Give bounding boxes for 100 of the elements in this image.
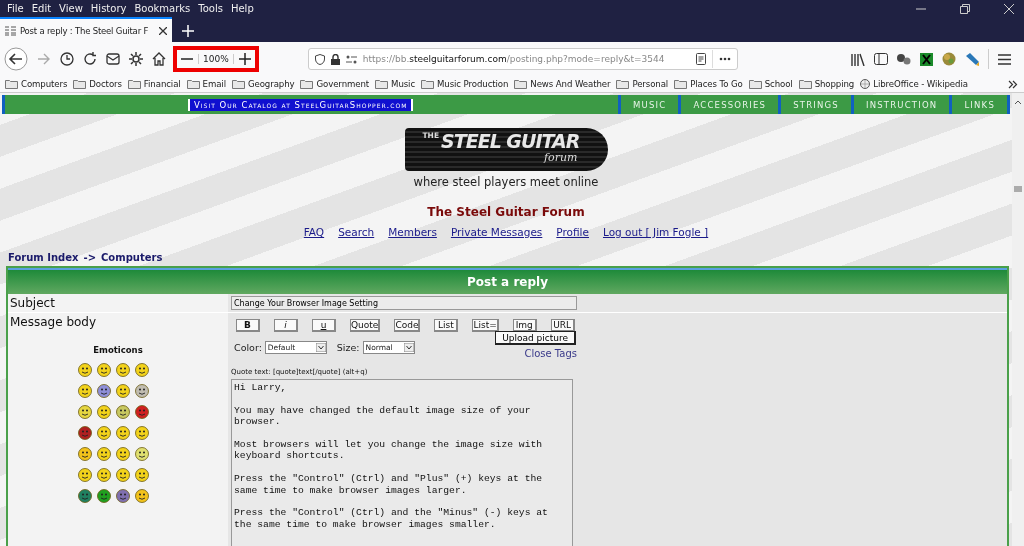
emoticon-icon[interactable] <box>96 384 111 398</box>
emoticon-icon[interactable] <box>134 468 149 482</box>
reader-view-icon[interactable] <box>695 53 706 65</box>
emoticon-icon[interactable] <box>96 468 111 482</box>
forum-link[interactable]: Members <box>388 226 437 238</box>
browser-tab[interactable]: Post a reply : The Steel Guitar F <box>0 17 172 42</box>
emoticon-icon[interactable] <box>115 405 130 419</box>
new-tab-icon[interactable] <box>182 25 194 37</box>
breadcrumb-link[interactable]: Computers <box>101 252 163 263</box>
emoticon-icon[interactable] <box>115 447 130 461</box>
menu-item[interactable]: View <box>55 3 87 14</box>
extension-icon[interactable] <box>920 52 933 66</box>
emoticon-icon[interactable] <box>115 489 130 503</box>
bookmark-link[interactable]: Email <box>202 79 226 89</box>
extension-icon[interactable] <box>897 53 911 65</box>
close-icon[interactable] <box>159 26 167 35</box>
format-button[interactable]: B <box>236 319 260 332</box>
catalog-link[interactable]: Visit Our Catalog at SteelGuitarShopper.com <box>188 98 414 111</box>
emoticon-icon[interactable] <box>115 384 130 398</box>
emoticon-icon[interactable] <box>96 489 111 503</box>
zoom-in-icon[interactable] <box>238 53 251 65</box>
format-button[interactable]: Quote <box>350 319 381 332</box>
bookmark-link[interactable]: Geography <box>247 79 295 89</box>
folder-icon <box>798 79 812 89</box>
menu-item[interactable]: Edit <box>27 3 56 14</box>
pencil-icon[interactable] <box>965 52 979 66</box>
bookmark-link[interactable]: Doctors <box>89 79 122 89</box>
home-icon[interactable] <box>152 52 166 66</box>
zoom-reset-button[interactable]: 100% <box>198 54 234 64</box>
bookmark-link[interactable]: Music Production <box>437 79 509 89</box>
bookmark-link[interactable]: LibreOffice - Wikipedia <box>873 79 968 89</box>
forum-link[interactable]: Private Messages <box>450 226 543 238</box>
bookmark-link[interactable]: School <box>764 79 793 89</box>
menu-item[interactable]: Tools <box>194 3 227 14</box>
emoticon-icon[interactable] <box>77 489 92 503</box>
subject-field[interactable]: Change Your Browser Image Setting <box>231 296 577 310</box>
back-icon[interactable] <box>4 47 28 71</box>
format-button[interactable]: List <box>434 319 459 332</box>
logo-text: STEEL GUITAR <box>441 131 580 152</box>
forum-title: The Steel Guitar Forum <box>427 205 585 219</box>
forum-link[interactable]: Search <box>338 226 375 238</box>
shield-icon <box>314 53 325 65</box>
emoticon-icon[interactable] <box>134 405 149 419</box>
restore-icon[interactable] <box>960 3 970 14</box>
bookmark-link[interactable]: Government <box>316 79 370 89</box>
caret-icon <box>403 343 414 352</box>
emoticon-icon[interactable] <box>134 426 149 440</box>
emoticon-icon[interactable] <box>134 447 149 461</box>
sidebar-icon[interactable] <box>874 53 888 65</box>
forum-link[interactable]: FAQ <box>303 226 325 238</box>
emoticon-icon[interactable] <box>96 405 111 419</box>
emoticon-icon[interactable] <box>77 447 92 461</box>
chevron-icon[interactable] <box>1008 79 1018 89</box>
emoticon-icon[interactable] <box>77 384 92 398</box>
menu-item[interactable]: Bookmarks <box>130 3 195 14</box>
emoticon-icon[interactable] <box>77 426 92 440</box>
menu-item[interactable]: File <box>3 3 28 14</box>
emoticon-icon[interactable] <box>77 468 92 482</box>
gear-icon[interactable] <box>129 52 143 66</box>
menu-item[interactable]: History <box>86 3 131 14</box>
format-button[interactable]: List= <box>472 319 499 332</box>
bookmark-link[interactable]: Shopping <box>814 79 855 89</box>
globe-icon[interactable] <box>942 52 956 66</box>
menu-icon[interactable] <box>998 53 1011 65</box>
emoticon-icon[interactable] <box>96 426 111 440</box>
emoticon-icon[interactable] <box>115 426 130 440</box>
emoticon-icon[interactable] <box>115 363 130 377</box>
forum-link[interactable]: Log out [ Jim Fogle ] <box>603 226 709 238</box>
emoticon-icon[interactable] <box>96 363 111 377</box>
library-icon[interactable] <box>851 52 865 66</box>
bookmark-link[interactable]: News And Weather <box>530 79 611 89</box>
message-field[interactable]: Hi Larry, You may have changed the default image size of your browser. Most browsers will let you change the image size with keyboard shortcuts. Press the "Control" (Ctrl) and "Plus" (+) keys at the same time to make browser images larger. Press the "Control" (Ctrl) and the "Minus" (-) keys at the same time to make browser images smaller. <box>231 379 573 546</box>
reload-icon[interactable] <box>83 52 97 66</box>
more-icon[interactable] <box>718 57 731 61</box>
format-button[interactable]: Code <box>394 319 421 332</box>
bookmark-link[interactable]: Computers <box>21 79 68 89</box>
mail-icon[interactable] <box>106 53 120 65</box>
menu-item[interactable]: Help <box>226 3 258 14</box>
upload-button[interactable]: Upload picture <box>495 331 576 345</box>
folder-icon <box>5 79 18 89</box>
address-bar[interactable]: https://bb.steelguitarforum.com/posting.php?mode=reply&t=3544 <box>307 48 738 70</box>
forum-link[interactable]: Profile <box>556 226 589 238</box>
scrollbar[interactable] <box>1012 93 1024 546</box>
bookmark-link[interactable]: Financial <box>143 79 181 89</box>
emoticon-icon[interactable] <box>96 447 111 461</box>
bookmark-link[interactable]: Personal <box>632 79 669 89</box>
breadcrumb-link[interactable]: Forum Index <box>8 252 79 263</box>
emoticon-icon[interactable] <box>134 363 149 377</box>
format-button[interactable]: i <box>274 319 298 332</box>
emoticon-icon[interactable] <box>115 468 130 482</box>
emoticon-icon[interactable] <box>77 405 92 419</box>
format-button[interactable]: u <box>312 319 336 332</box>
folder-icon <box>186 79 200 89</box>
emoticon-icon[interactable] <box>134 489 149 503</box>
close-tags-link[interactable]: Close Tags <box>524 348 577 359</box>
emoticon-icon[interactable] <box>134 384 149 398</box>
bookmark-link[interactable]: Music <box>391 79 416 89</box>
emoticon-icon[interactable] <box>77 363 92 377</box>
history-icon[interactable] <box>60 52 74 66</box>
bookmark-link[interactable]: Places To Go <box>690 79 743 89</box>
